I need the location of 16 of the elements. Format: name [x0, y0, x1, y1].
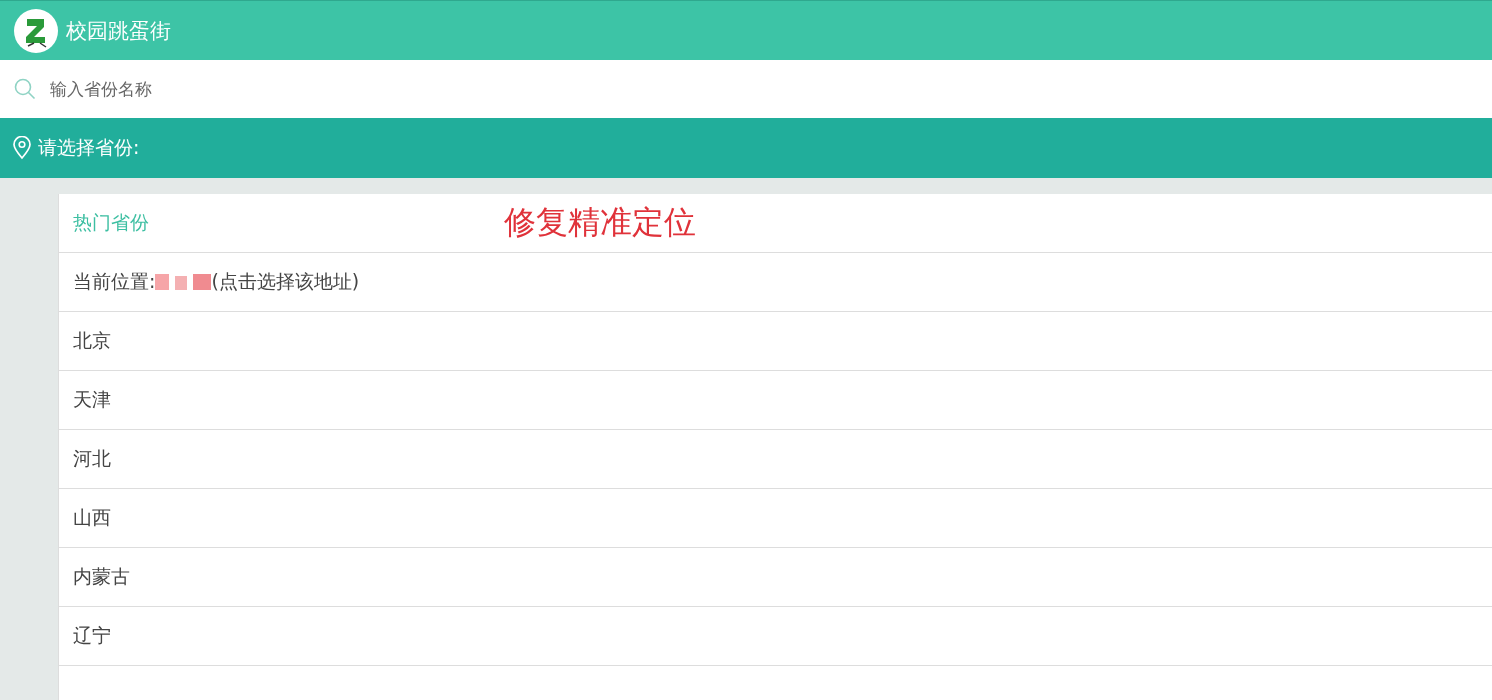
province-item[interactable]: 北京 — [58, 312, 1492, 371]
app-title: 校园跳蛋街 — [66, 17, 171, 45]
redacted-location-icon — [155, 272, 212, 292]
logo-icon — [14, 8, 58, 53]
list-heading: 热门省份 — [73, 210, 149, 235]
province-item[interactable]: 天津 — [58, 371, 1492, 430]
annotation-text: 修复精准定位 — [504, 202, 696, 243]
search-icon — [14, 78, 36, 100]
province-item[interactable]: 河北 — [58, 430, 1492, 489]
province-item[interactable]: 辽宁 — [58, 607, 1492, 666]
section-title: 请选择省份: — [38, 135, 140, 160]
current-location-label: 当前位置: — [73, 269, 156, 294]
location-pin-icon — [12, 136, 32, 160]
select-location-link[interactable]: (点击选择该地址) — [211, 269, 360, 295]
province-item[interactable]: 内蒙古 — [58, 548, 1492, 607]
province-item[interactable]: 山西 — [58, 489, 1492, 548]
